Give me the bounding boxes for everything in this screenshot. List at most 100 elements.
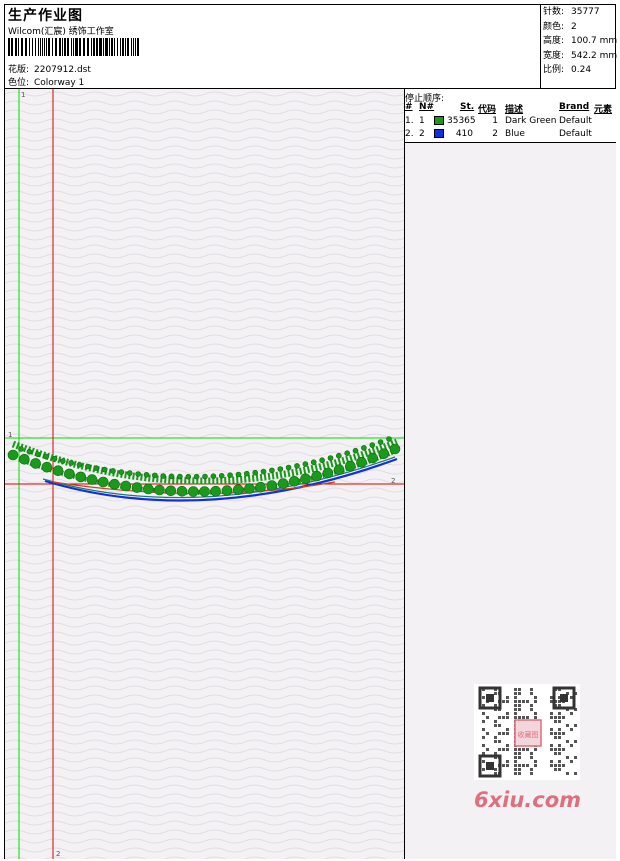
qr-module: [482, 768, 485, 771]
embroidery-bead: [168, 473, 175, 480]
barcode-bar: [40, 38, 41, 56]
embroidery-bead: [85, 463, 91, 470]
embroidery-bead: [294, 463, 300, 469]
barcode-bar: [133, 38, 134, 56]
qr-module: [554, 748, 557, 751]
qr-module: [566, 740, 569, 743]
embroidery-bead: [232, 484, 244, 496]
qr-module: [566, 772, 569, 775]
embroidery-bead: [18, 446, 24, 452]
qr-module: [482, 736, 485, 739]
qr-module: [562, 764, 565, 767]
qr-module: [506, 744, 509, 747]
embroidery-bead: [311, 470, 323, 482]
qr-module: [554, 736, 557, 739]
qr-module: [554, 768, 557, 771]
qr-module: [558, 716, 561, 719]
qr-module: [518, 752, 521, 755]
embroidery-bead: [64, 468, 75, 480]
embroidery-bead: [335, 452, 342, 459]
qr-module: [534, 700, 537, 703]
embroidery-bead: [227, 472, 233, 479]
qr-module: [550, 748, 553, 751]
barcode-bar: [137, 38, 139, 56]
stat-scale: 比例: 0.24: [543, 65, 592, 75]
qr-module: [502, 764, 505, 767]
barcode-bar: [79, 38, 81, 56]
stat-height: 高度: 100.7 mm: [543, 36, 618, 46]
qr-module: [562, 732, 565, 735]
qr-module: [554, 752, 557, 755]
embroidery-bead: [377, 439, 384, 445]
embroidery-bead: [30, 458, 41, 469]
design-file-row: 花版: 2207912.dst: [8, 62, 91, 75]
qr-module: [570, 712, 573, 715]
embroidery-bead: [131, 482, 143, 493]
barcode-bar: [73, 38, 74, 56]
qr-module: [570, 760, 573, 763]
embroidery-bead: [210, 485, 221, 497]
embroidery-bead: [344, 460, 356, 472]
qr-module: [550, 732, 553, 735]
embroidery-bead: [59, 458, 66, 464]
stat-stitches: 针数: 35777: [543, 7, 600, 17]
qr-module: [518, 748, 521, 751]
qr-module: [498, 716, 501, 719]
embroidery-bead: [288, 475, 300, 487]
qr-module: [558, 736, 561, 739]
qr-module: [482, 696, 485, 699]
embroidery-bead: [352, 447, 359, 454]
design-file-label: 花版:: [8, 65, 30, 75]
company-name: Wilcom(汇宸) 绣饰工作室: [8, 27, 114, 37]
qr-module: [494, 720, 497, 723]
embroidery-bead: [152, 472, 158, 479]
embroidery-bead: [199, 486, 210, 497]
qr-module: [526, 748, 529, 751]
qr-module: [530, 756, 533, 759]
row2-brand: Default: [559, 129, 592, 139]
barcode-bar: [91, 38, 92, 56]
embroidery-bead: [118, 469, 125, 475]
qr-module: [522, 748, 525, 751]
col-st: St.: [460, 102, 475, 112]
barcode-bar: [114, 38, 115, 56]
qr-module: [558, 720, 561, 723]
qr-module: [554, 720, 557, 723]
embroidery-bead: [34, 451, 41, 458]
qr-module: [518, 768, 521, 771]
qr-module: [534, 712, 537, 715]
barcode-bar: [96, 38, 98, 56]
qr-module: [526, 716, 529, 719]
qr-module: [554, 764, 557, 767]
design-canvas: 1 1 2 2: [5, 89, 404, 859]
qr-stamp-text: 收藏图: [518, 730, 539, 739]
embroidery-bead: [221, 485, 233, 496]
qr-module: [514, 696, 517, 699]
embroidery-bead: [300, 473, 311, 485]
qr-module: [574, 724, 577, 727]
qr-module: [494, 768, 497, 771]
qr-module: [550, 728, 553, 731]
qr-module: [502, 732, 505, 735]
site-logo: 6xiu.com: [474, 788, 582, 812]
barcode-bar: [55, 38, 57, 56]
embroidery-bead: [322, 467, 334, 479]
qr-module: [506, 764, 509, 767]
qr-module: [514, 768, 517, 771]
embroidery-bead: [386, 436, 392, 442]
marker-2-right: 2: [391, 477, 395, 485]
qr-module: [518, 700, 521, 703]
qr-module: [514, 688, 517, 691]
embroidery-bead: [185, 473, 192, 480]
stats-divider: [540, 4, 541, 88]
embroidery-bead: [356, 456, 367, 468]
qr-module: [514, 712, 517, 715]
qr-module: [574, 772, 577, 775]
embroidery-bead: [120, 480, 132, 492]
barcode-bar: [87, 38, 89, 56]
qr-module: [558, 732, 561, 735]
qr-module: [482, 712, 485, 715]
qr-module: [514, 692, 517, 695]
qr-module: [558, 764, 561, 767]
embroidery-bead: [43, 453, 49, 460]
